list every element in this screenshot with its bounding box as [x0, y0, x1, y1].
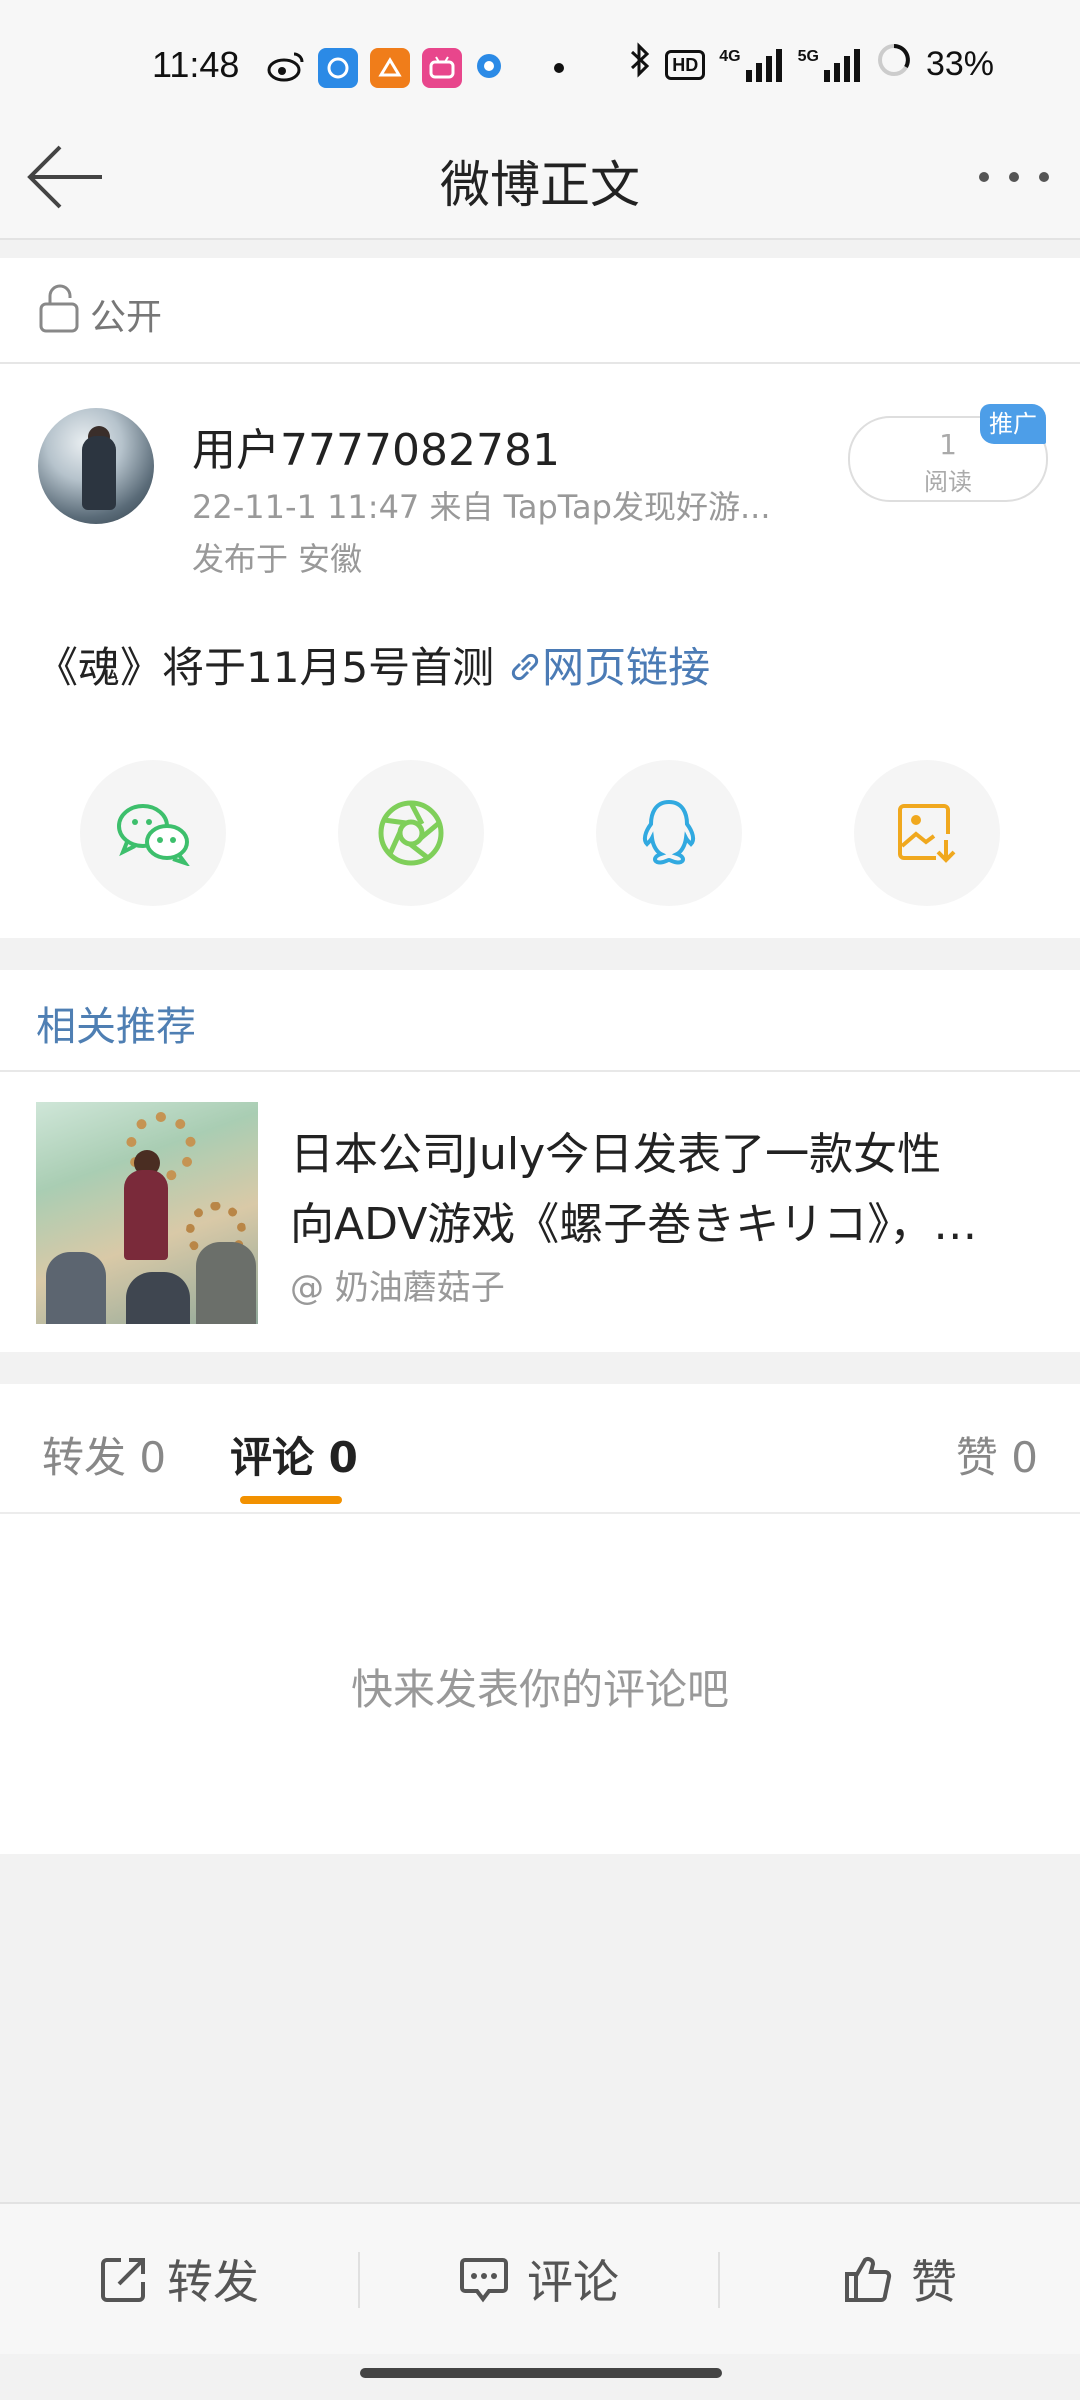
signal-icon-2: 5G: [798, 48, 862, 82]
share-qq-button[interactable]: [596, 760, 742, 906]
username[interactable]: 用户7777082781: [192, 414, 560, 478]
circle-app-icon: [474, 51, 504, 85]
qq-icon: [642, 799, 696, 865]
hd-badge: HD: [665, 49, 706, 80]
web-link[interactable]: 网页链接: [542, 643, 710, 692]
empty-comment-hint: 快来发表你的评论吧: [350, 1665, 729, 1714]
avatar[interactable]: [38, 408, 154, 524]
related-header: 相关推荐: [0, 970, 1080, 1072]
like-button[interactable]: 赞: [720, 2204, 1080, 2354]
unlock-icon: [39, 284, 79, 333]
status-bar: 11:48 HD 4G 5G 33%: [0, 0, 1080, 120]
signal-icon: 4G: [719, 48, 783, 82]
tab-repost[interactable]: 转发 0: [42, 1424, 166, 1485]
share-arrow-icon: [101, 2258, 145, 2302]
weibo-icon: [266, 46, 306, 90]
title-bar: 微博正文: [0, 120, 1080, 240]
notification-icons: [266, 44, 564, 92]
save-image-button[interactable]: [854, 760, 1000, 906]
active-tab-indicator: [240, 1496, 342, 1504]
related-thumbnail: [36, 1102, 258, 1324]
battery-percent: 33%: [925, 45, 994, 83]
comment-button[interactable]: 评论: [360, 2204, 718, 2354]
wechat-icon: [117, 804, 190, 866]
related-item-author: @ 奶油蘑菇子: [290, 1268, 505, 1308]
more-notifications-dot: [554, 63, 564, 73]
interaction-tabs: 转发 0 评论 0 赞 0: [0, 1384, 1080, 1514]
app-icon-1: [318, 48, 358, 88]
battery-icon: [876, 42, 912, 87]
link-icon: [512, 653, 539, 681]
status-time: 11:48: [152, 44, 240, 85]
app-icon-2: [370, 48, 410, 88]
comments-empty-state: 快来发表你的评论吧: [0, 1514, 1080, 1854]
more-dots-icon: [979, 172, 1049, 182]
related-item-title: 日本公司July今日发表了一款女性 向ADV游戏《螺子巻きキリコ》，…: [290, 1129, 978, 1250]
repost-label: 转发: [167, 2255, 259, 2309]
related-item[interactable]: 日本公司July今日发表了一款女性 向ADV游戏《螺子巻きキリコ》，… @ 奶油…: [0, 1072, 1080, 1352]
share-moments-button[interactable]: [338, 760, 484, 906]
thumbs-up-icon: [845, 2257, 892, 2302]
comment-label: 评论: [527, 2255, 619, 2309]
system-icons: HD 4G 5G 33%: [629, 42, 994, 87]
post-text: 《魂》将于11月5号首测 网页链接: [36, 634, 710, 695]
visibility-row[interactable]: 公开: [0, 258, 1080, 364]
like-label: 赞: [911, 2255, 957, 2309]
home-indicator[interactable]: [360, 2368, 722, 2378]
read-label: 阅读: [924, 468, 972, 496]
post-body: 《魂》将于11月5号首测: [36, 643, 495, 692]
related-title: 相关推荐: [36, 1004, 196, 1050]
moments-icon: [378, 800, 444, 866]
save-image-icon: [898, 804, 956, 863]
tab-like[interactable]: 赞 0: [956, 1424, 1038, 1485]
visibility-label: 公开: [90, 297, 163, 338]
repost-button[interactable]: 转发: [0, 2204, 358, 2354]
share-wechat-button[interactable]: [80, 760, 226, 906]
bluetooth-icon: [629, 42, 651, 87]
share-row: [0, 760, 1080, 910]
tab-comment[interactable]: 评论 0: [230, 1424, 358, 1485]
post-card: 用户7777082781 22-11-1 11:47 来自 TapTap发现好游…: [0, 364, 1080, 938]
promo-tag[interactable]: 推广: [980, 404, 1046, 444]
post-meta: 22-11-1 11:47 来自 TapTap发现好游...: [192, 488, 771, 526]
bilibili-icon: [422, 48, 462, 88]
bottom-toolbar: 转发 评论 赞: [0, 2202, 1080, 2354]
post-location: 发布于 安徽: [192, 540, 363, 578]
more-options-button[interactable]: [974, 152, 1054, 202]
comment-icon: [460, 2258, 508, 2303]
page-title: 微博正文: [440, 156, 640, 214]
